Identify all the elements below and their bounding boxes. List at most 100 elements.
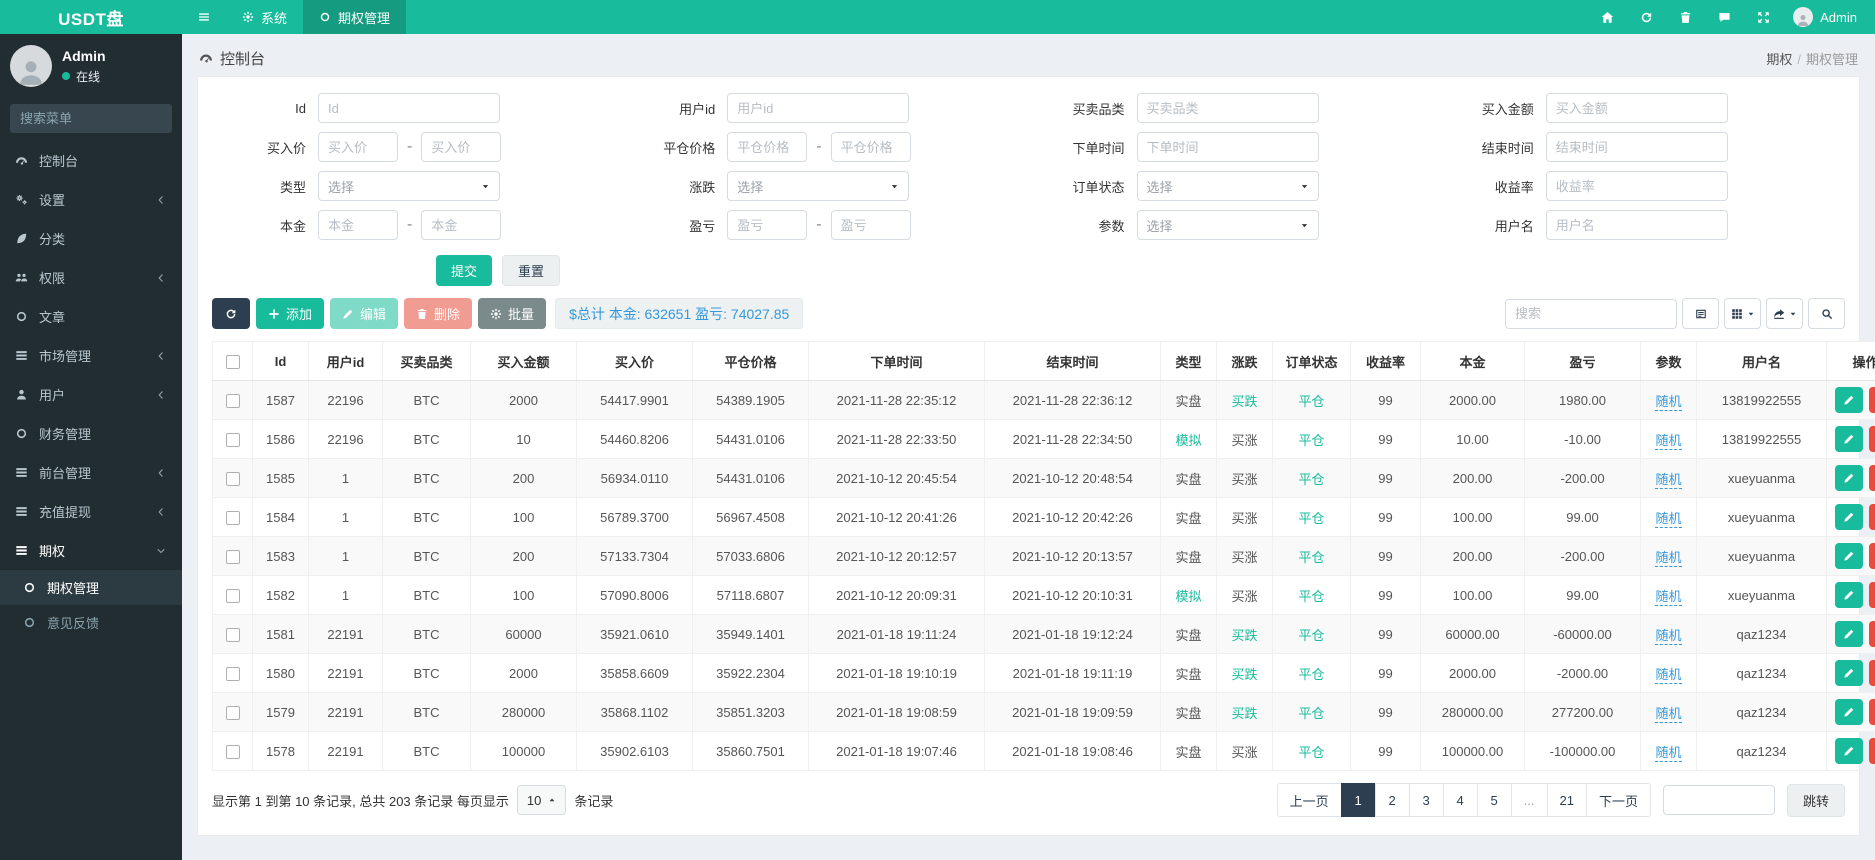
filter-input[interactable] (727, 93, 910, 123)
filter-input[interactable] (1545, 210, 1728, 240)
param-link[interactable]: 随机 (1655, 588, 1682, 606)
sidebar-item[interactable]: 财务管理 (0, 414, 182, 453)
sidebar-item[interactable]: 前台管理 (0, 453, 182, 492)
row-checkbox[interactable] (225, 510, 240, 525)
filter-input[interactable] (1136, 132, 1319, 162)
row-checkbox[interactable] (225, 393, 240, 408)
sidebar-item[interactable]: 充值提现 (0, 492, 182, 531)
sidebar-item[interactable]: 用户 (0, 375, 182, 414)
page-jump-button[interactable]: 跳转 (1786, 783, 1845, 817)
delete-button[interactable]: 删除 (404, 298, 473, 329)
batch-button[interactable]: 批量 (478, 298, 547, 329)
refresh-button[interactable] (212, 298, 250, 329)
search-button[interactable] (1808, 298, 1845, 329)
trash-button[interactable] (1666, 0, 1705, 34)
fullscreen-button[interactable] (1744, 0, 1783, 34)
columns-button[interactable] (1724, 298, 1761, 329)
reset-button[interactable]: 重置 (502, 255, 561, 286)
sidebar-item[interactable]: 市场管理 (0, 336, 182, 375)
row-delete-button[interactable] (1868, 465, 1875, 491)
param-link[interactable]: 随机 (1655, 627, 1682, 645)
row-delete-button[interactable] (1868, 699, 1875, 725)
row-checkbox[interactable] (225, 471, 240, 486)
sidebar-subitem[interactable]: 意见反馈 (0, 605, 182, 640)
row-delete-button[interactable] (1868, 426, 1875, 452)
row-checkbox[interactable] (225, 627, 240, 642)
row-checkbox[interactable] (225, 705, 240, 720)
sidebar-item[interactable]: 分类 (0, 219, 182, 258)
sidebar-item[interactable]: 期权 (0, 531, 182, 570)
sidebar-subitem[interactable]: 期权管理 (0, 570, 182, 605)
param-link[interactable]: 随机 (1655, 471, 1682, 489)
sidebar-item[interactable]: 文章 (0, 297, 182, 336)
page-button[interactable]: 1 (1340, 783, 1376, 817)
detail-view-button[interactable] (1682, 298, 1719, 329)
row-edit-button[interactable] (1834, 465, 1863, 491)
filter-range-min-input[interactable] (318, 210, 398, 240)
param-link[interactable]: 随机 (1655, 432, 1682, 450)
filter-range-min-input[interactable] (318, 132, 398, 162)
sidebar-item[interactable]: 控制台 (0, 141, 182, 180)
top-menu-item[interactable]: 系统 (226, 0, 303, 34)
row-edit-button[interactable] (1834, 621, 1863, 647)
param-link[interactable]: 随机 (1655, 393, 1682, 411)
admin-menu[interactable]: Admin (1783, 7, 1863, 27)
row-delete-button[interactable] (1868, 543, 1875, 569)
row-edit-button[interactable] (1834, 582, 1863, 608)
page-jump-input[interactable] (1662, 785, 1775, 815)
row-delete-button[interactable] (1868, 504, 1875, 530)
filter-select[interactable]: 选择 (1136, 210, 1319, 240)
page-button[interactable]: 2 (1374, 783, 1410, 817)
top-menu-item[interactable]: 期权管理 (303, 0, 407, 34)
submit-button[interactable]: 提交 (436, 255, 493, 286)
row-delete-button[interactable] (1868, 387, 1875, 413)
row-delete-button[interactable] (1868, 582, 1875, 608)
row-checkbox[interactable] (225, 666, 240, 681)
filter-input[interactable] (1545, 93, 1728, 123)
filter-select[interactable]: 选择 (318, 171, 500, 201)
row-delete-button[interactable] (1868, 621, 1875, 647)
page-size-select[interactable]: 10 (516, 785, 567, 815)
export-button[interactable] (1766, 298, 1803, 329)
filter-input[interactable] (1545, 171, 1728, 201)
page-button[interactable]: 上一页 (1276, 783, 1342, 817)
row-checkbox[interactable] (225, 432, 240, 447)
filter-range-max-input[interactable] (421, 210, 502, 240)
row-edit-button[interactable] (1834, 426, 1863, 452)
page-button[interactable]: 5 (1476, 783, 1512, 817)
row-edit-button[interactable] (1834, 699, 1863, 725)
filter-select[interactable]: 选择 (1136, 171, 1319, 201)
add-button[interactable]: 添加 (256, 298, 325, 329)
row-edit-button[interactable] (1834, 543, 1863, 569)
edit-button[interactable]: 编辑 (330, 298, 399, 329)
page-button[interactable]: 21 (1546, 783, 1587, 817)
row-edit-button[interactable] (1834, 660, 1863, 686)
sidebar-item[interactable]: 设置 (0, 180, 182, 219)
sidebar-item[interactable]: 权限 (0, 258, 182, 297)
sidebar-search-input[interactable] (20, 111, 196, 126)
table-search-input[interactable] (1505, 298, 1677, 329)
row-edit-button[interactable] (1834, 738, 1863, 764)
home-button[interactable] (1588, 0, 1627, 34)
message-button[interactable] (1705, 0, 1744, 34)
sidebar-toggle-button[interactable] (182, 0, 226, 34)
page-button[interactable]: 4 (1442, 783, 1478, 817)
filter-range-max-input[interactable] (421, 132, 502, 162)
param-link[interactable]: 随机 (1655, 744, 1682, 762)
filter-input[interactable] (1545, 132, 1728, 162)
param-link[interactable]: 随机 (1655, 666, 1682, 684)
row-checkbox[interactable] (225, 549, 240, 564)
row-delete-button[interactable] (1868, 660, 1875, 686)
filter-input[interactable] (318, 93, 500, 123)
filter-range-min-input[interactable] (727, 210, 808, 240)
param-link[interactable]: 随机 (1655, 549, 1682, 567)
row-edit-button[interactable] (1834, 504, 1863, 530)
filter-range-min-input[interactable] (727, 132, 808, 162)
param-link[interactable]: 随机 (1655, 510, 1682, 528)
page-button[interactable]: 下一页 (1585, 783, 1651, 817)
filter-range-max-input[interactable] (830, 132, 911, 162)
filter-range-max-input[interactable] (830, 210, 911, 240)
page-button[interactable]: 3 (1408, 783, 1444, 817)
refresh-button[interactable] (1627, 0, 1666, 34)
filter-input[interactable] (1136, 93, 1319, 123)
